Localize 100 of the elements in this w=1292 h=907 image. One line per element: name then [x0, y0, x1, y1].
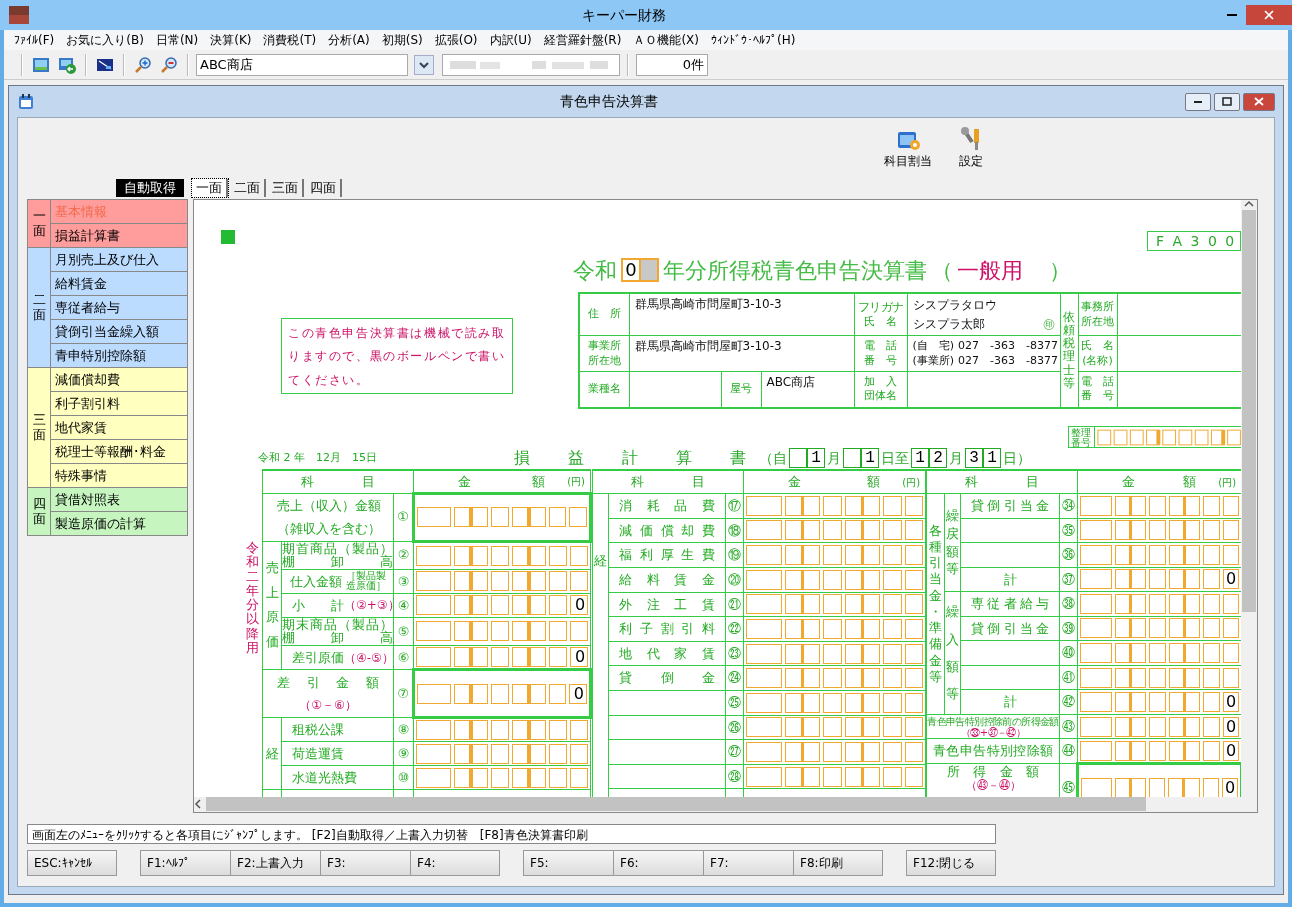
menu-item[interactable]: 消費税(T) — [259, 31, 325, 49]
count-field[interactable]: 0件 — [636, 53, 708, 76]
menu-item[interactable]: 初期(S) — [377, 31, 431, 49]
amount-field[interactable] — [743, 567, 926, 592]
sidebar-item[interactable]: 特殊事情 — [50, 463, 188, 488]
function-key-button[interactable]: F5: — [523, 850, 613, 876]
menu-item[interactable]: お気に入り(B) — [62, 31, 152, 49]
close-button[interactable] — [1243, 92, 1275, 111]
sidebar-item[interactable]: 利子割引料 — [50, 391, 188, 416]
amount-field[interactable] — [413, 541, 591, 570]
amount-field[interactable] — [413, 493, 591, 541]
amount-field[interactable]: 0 — [1077, 689, 1241, 715]
sidebar-group: 四面 — [27, 487, 51, 536]
auto-fetch-label: 自動取得 — [116, 179, 184, 197]
amount-field[interactable] — [1077, 665, 1241, 690]
menu-item[interactable]: 分析(A) — [324, 31, 378, 49]
tool-button[interactable]: 科目割当 — [884, 126, 932, 170]
field-label: 氏 名 — [1080, 338, 1115, 354]
amount-field[interactable]: 0 — [413, 645, 591, 670]
amount-field[interactable]: 0 — [1077, 567, 1241, 592]
line-number: ⑨ — [393, 741, 414, 766]
amount-field[interactable]: 0 — [1077, 714, 1241, 739]
function-key-button[interactable]: F4: — [410, 850, 500, 876]
function-key-button[interactable]: F2:上書入力 — [230, 850, 320, 876]
scrollbar-thumb[interactable] — [1242, 210, 1256, 612]
sidebar-item[interactable]: 専従者給与 — [50, 295, 188, 320]
amount-field[interactable] — [413, 741, 591, 766]
column-header: 科 目 — [631, 473, 706, 492]
formula-text: （②+③） — [344, 597, 393, 615]
line-number: ② — [393, 541, 414, 570]
menu-item[interactable]: 決算(K) — [206, 31, 260, 49]
menu-item[interactable]: 日常(N) — [151, 31, 207, 49]
sidebar-item[interactable]: 青申特別控除額 — [50, 343, 188, 368]
dropdown-button[interactable] — [414, 54, 434, 75]
amount-field[interactable] — [743, 518, 926, 543]
amount-field[interactable] — [743, 715, 926, 740]
menu-item[interactable]: 拡張(O) — [430, 31, 486, 49]
unit-label: (円) — [567, 474, 586, 489]
amount-field[interactable] — [743, 616, 926, 642]
tab[interactable]: 一面 — [192, 179, 228, 197]
function-key-button[interactable]: ESC:ｷｬﾝｾﾙ — [27, 850, 117, 876]
amount-field[interactable] — [413, 717, 591, 742]
bracket-text: ） — [1048, 256, 1071, 285]
sidebar-item[interactable]: 給料賃金 — [50, 271, 188, 296]
company-field[interactable]: ABC商店 — [196, 53, 408, 76]
menu-item[interactable]: 内訳(U) — [485, 31, 540, 49]
line-number: ㉟ — [1059, 518, 1078, 543]
menu-item[interactable]: ＡＯ機能(X) — [629, 31, 707, 49]
scrollbar-thumb[interactable] — [206, 797, 1146, 811]
amount-field[interactable] — [1077, 640, 1241, 666]
name-value: シスプラ太郎 — [912, 315, 985, 333]
day-field[interactable]: 1 — [843, 448, 879, 468]
text-field[interactable] — [442, 53, 620, 76]
column-header: 科 目 — [301, 473, 376, 491]
sidebar-group: 三面 — [27, 367, 51, 488]
sidebar-item[interactable]: 損益計算書 — [50, 223, 188, 248]
amount-field[interactable]: 0 — [1077, 738, 1241, 764]
amount-field[interactable] — [1077, 616, 1241, 641]
menu-item[interactable]: ｳｨﾝﾄﾞｳ･ﾍﾙﾌﾟ(H) — [707, 31, 804, 49]
function-key-button[interactable]: F1:ﾍﾙﾌﾟ — [140, 850, 230, 876]
sidebar-item[interactable]: 減価償却費 — [50, 367, 188, 392]
month-field[interactable]: 1 — [789, 448, 825, 468]
tool-button[interactable]: 設定 — [958, 126, 984, 170]
amount-field[interactable] — [743, 592, 926, 617]
amount-field[interactable] — [743, 542, 926, 568]
row-label: 差 引 金 額 — [277, 673, 379, 692]
menu-item[interactable]: ﾌｧｲﾙ(F) — [10, 31, 63, 49]
function-key-button[interactable]: F7: — [703, 850, 793, 876]
sidebar-item[interactable]: 製造原価の計算 — [50, 511, 188, 536]
amount-field[interactable] — [743, 665, 926, 691]
amount-field[interactable] — [413, 569, 591, 594]
minimize-button[interactable] — [1185, 92, 1211, 111]
function-key-button[interactable]: F8:印刷 — [793, 850, 883, 876]
function-key-button[interactable]: F3: — [320, 850, 410, 876]
sidebar-item[interactable]: 貸借対照表 — [50, 487, 188, 512]
row-label: 貸倒引当金 — [971, 619, 1050, 638]
amount-field[interactable] — [743, 493, 926, 519]
menu-item[interactable]: 経営羅針盤(R) — [539, 31, 630, 49]
amount-field[interactable] — [413, 765, 591, 790]
function-key-button[interactable]: F6: — [613, 850, 703, 876]
year-field[interactable]: 0 — [621, 258, 659, 282]
amount-field[interactable] — [743, 764, 926, 789]
sidebar-item[interactable]: 貸倒引当金繰入額 — [50, 319, 188, 344]
restore-button[interactable] — [1214, 92, 1240, 111]
column-header: 金 額 — [788, 473, 881, 492]
amount-field[interactable]: 0 — [413, 669, 591, 718]
amount-field[interactable] — [413, 617, 591, 646]
amount-field[interactable] — [1077, 518, 1241, 543]
amount-field[interactable] — [1077, 542, 1241, 568]
amount-field[interactable] — [743, 641, 926, 666]
sidebar-item[interactable]: 地代家賃 — [50, 415, 188, 440]
amount-field[interactable] — [743, 690, 926, 716]
amount-field[interactable] — [1077, 591, 1241, 617]
amount-field[interactable] — [743, 739, 926, 765]
function-key-button[interactable]: F12:閉じる — [906, 850, 996, 876]
amount-field[interactable]: 0 — [413, 593, 591, 618]
sidebar-item[interactable]: 月別売上及び仕入 — [50, 247, 188, 272]
row-label: 地代家賃 — [619, 644, 716, 663]
sidebar-item[interactable]: 税理士等報酬･料金 — [50, 439, 188, 464]
amount-field[interactable] — [1077, 493, 1241, 519]
